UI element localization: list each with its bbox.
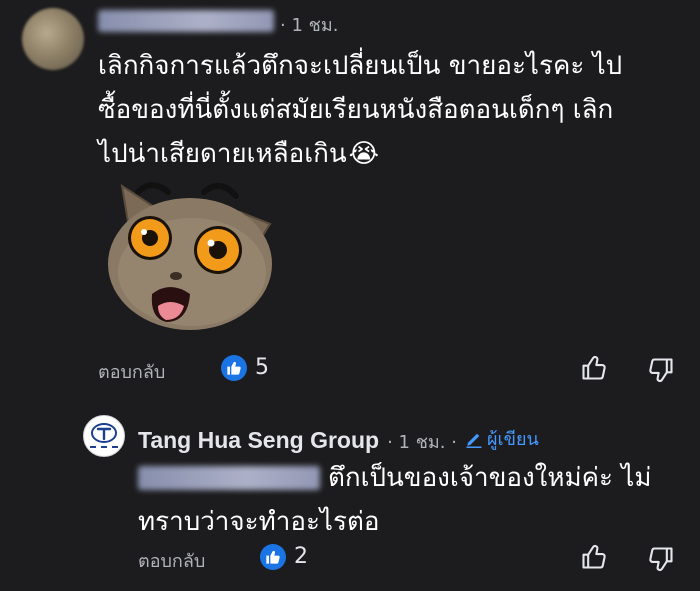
cat-sticker[interactable] [100,172,280,337]
reply-line-2: ทราบว่าจะทำอะไรต่อ [138,507,380,537]
reply-timestamp[interactable]: · 1 ชม. · [387,427,457,456]
reply-button[interactable]: ตอบกลับ [98,357,165,386]
page-avatar[interactable] [83,415,125,457]
reply-reply-button[interactable]: ตอบกลับ [138,546,205,575]
reply-header: Tang Hua Seng Group · 1 ชม. · ผู้เขียน [138,424,539,456]
thumbs-up-outline-icon[interactable] [580,543,608,571]
thumbs-up-outline-icon[interactable] [580,354,608,382]
like-reaction-icon[interactable] [221,355,247,381]
page-logo-lettering [90,446,118,448]
thumbs-down-outline-icon[interactable] [647,356,675,384]
comment-line-1: เลิกกิจการแล้วตึกจะเปลี่ยนเป็น ขายอะไรคะ… [98,51,623,81]
page-logo-icon [91,423,117,443]
commenter-name-redacted[interactable] [98,10,274,32]
reply-author-name[interactable]: Tang Hua Seng Group [138,427,379,454]
author-badge: ผู้เขียน [486,429,539,450]
reply-line-1: ตึกเป็นของเจ้าของใหม่ค่ะ ไม่ [328,463,652,493]
like-count[interactable]: 5 [255,355,269,380]
crying-face-emoji: 😭 [348,139,380,169]
comment-timestamp[interactable]: · 1 ชม. [280,10,338,39]
commenter-avatar[interactable] [22,8,84,70]
comment-line-3: ไปน่าเสียดายเหลือเกิน [98,139,347,169]
reply-like-count[interactable]: 2 [294,544,308,569]
pencil-icon [466,433,482,448]
reply-body: ตึกเป็นของเจ้าของใหม่ค่ะ ไม่ ทราบว่าจะทำ… [138,456,688,544]
like-reaction-icon[interactable] [260,544,286,570]
comment-line-2: ซื้อของที่นี่ตั้งแต่สมัยเรียนหนังสือตอนเ… [98,95,614,125]
comment-body: เลิกกิจการแล้วตึกจะเปลี่ยนเป็น ขายอะไรคะ… [98,44,688,176]
thumbs-down-outline-icon[interactable] [647,545,675,573]
